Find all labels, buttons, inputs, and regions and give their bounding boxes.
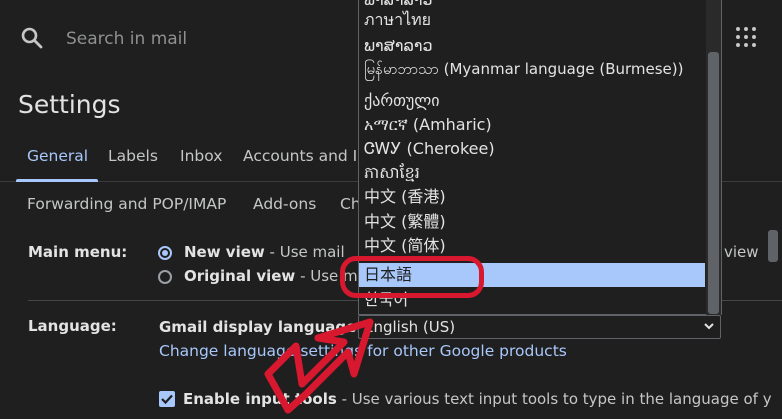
tab-inbox[interactable]: Inbox <box>180 147 222 165</box>
page-title: Settings <box>18 90 121 119</box>
tab-general[interactable]: General <box>27 147 88 165</box>
highlight-annotation <box>340 256 484 298</box>
language-option[interactable]: ᏣᎳᎩ (Cherokee) <box>359 137 705 161</box>
language-select[interactable]: English (US) <box>358 315 721 339</box>
language-option[interactable]: 中文 (繁體) <box>359 210 705 234</box>
tab-addons[interactable]: Add-ons <box>253 195 316 213</box>
language-option[interactable]: ພາສາລາວ <box>359 34 705 58</box>
language-option[interactable]: မြန်မာဘာသာ (Myanmar language (Burmese)) <box>359 57 705 81</box>
chevron-down-icon <box>704 323 714 330</box>
tab-forwarding[interactable]: Forwarding and POP/IMAP <box>27 195 226 213</box>
red-arrow-annotation <box>264 318 374 414</box>
page-scrollbar-thumb[interactable] <box>768 230 778 262</box>
tab-labels[interactable]: Labels <box>108 147 158 165</box>
search-icon[interactable] <box>20 26 44 50</box>
language-option[interactable]: አማርኛ (Amharic) <box>359 113 705 137</box>
new-view-option[interactable]: New view - Use mail <box>184 243 345 261</box>
search-input[interactable]: Search in mail <box>66 29 187 49</box>
language-option[interactable]: ภาษาไทย <box>359 8 705 32</box>
new-view-radio[interactable] <box>158 246 172 260</box>
apps-grid-icon[interactable] <box>736 27 756 47</box>
original-view-radio[interactable] <box>158 270 172 284</box>
language-option[interactable]: 中文 (简体) <box>359 234 705 258</box>
dropdown-scrollbar-thumb[interactable] <box>708 52 719 314</box>
language-label: Language: <box>28 317 117 335</box>
checkmark-icon <box>161 394 173 405</box>
main-menu-label: Main menu: <box>28 243 128 261</box>
new-view-desc-tail: view <box>724 243 759 261</box>
language-option[interactable]: 中文 (香港) <box>359 185 705 209</box>
input-tools-checkbox[interactable] <box>159 391 175 407</box>
active-tab-indicator <box>16 179 98 182</box>
tab-accounts[interactable]: Accounts and I <box>243 147 357 165</box>
language-option[interactable]: ქართული <box>359 89 705 113</box>
language-option[interactable]: ភាសាខ្មែរ <box>359 161 705 185</box>
